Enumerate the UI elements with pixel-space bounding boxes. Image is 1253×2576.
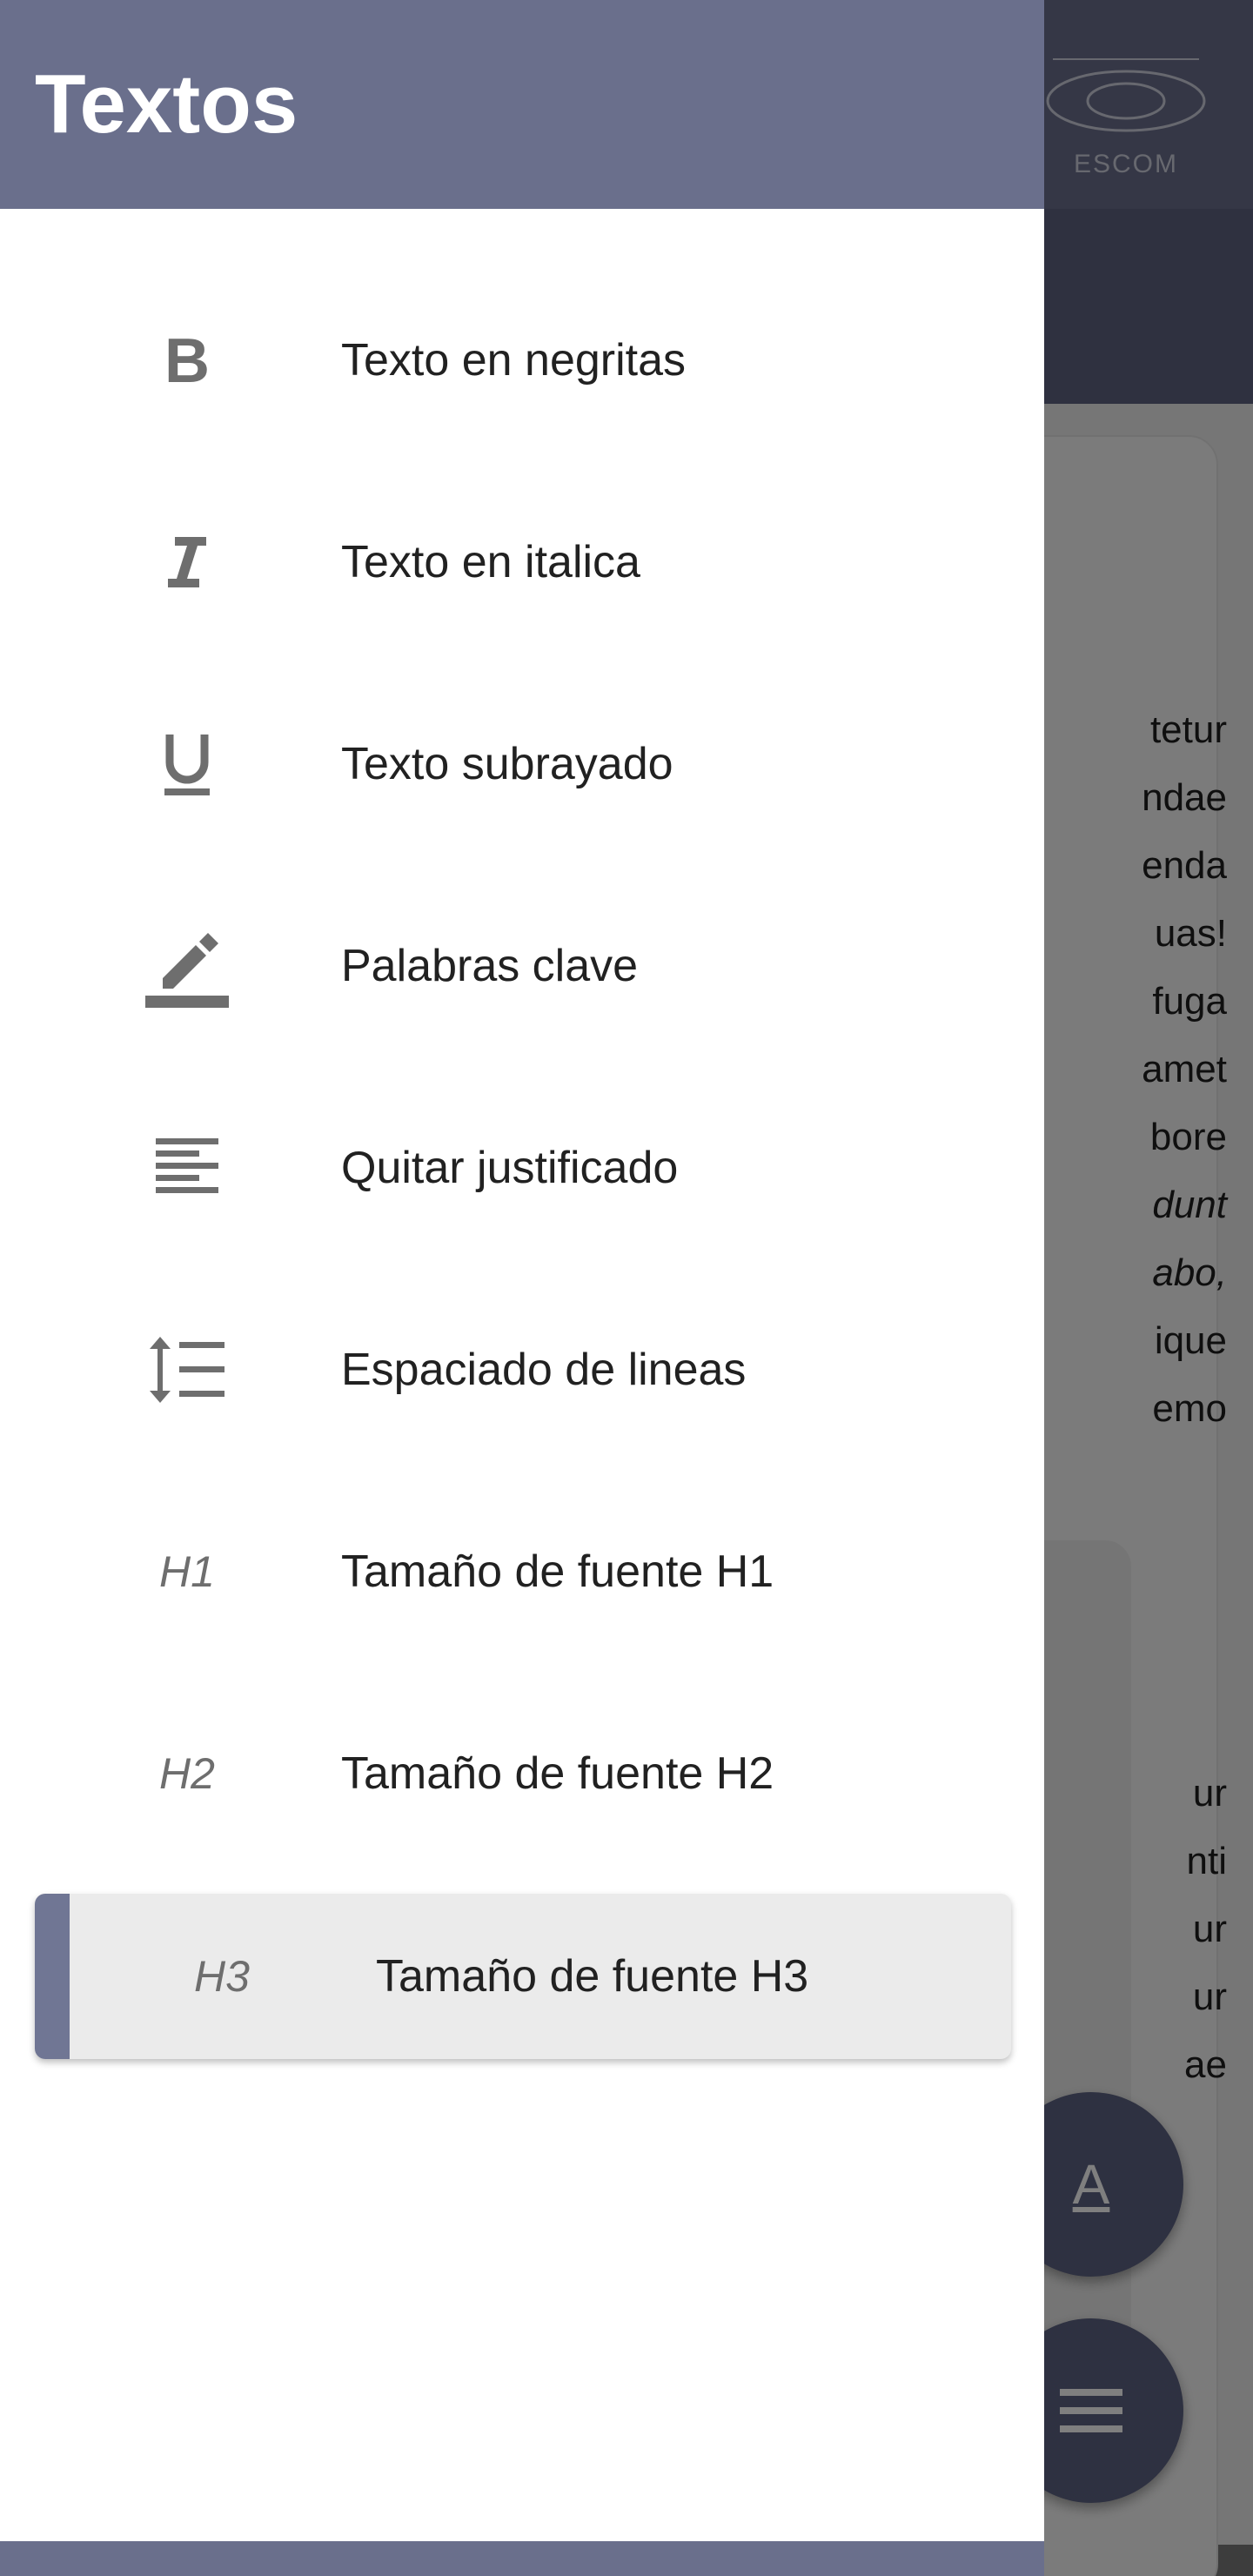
line-spacing-icon [139,1322,235,1418]
menu-item-bold[interactable]: B Texto en negritas [0,259,1044,461]
menu-item-underline[interactable]: Texto subrayado [0,663,1044,865]
active-indicator [35,1894,70,2059]
menu-item-italic[interactable]: Texto en italica [0,461,1044,663]
bold-icon: B [139,312,235,408]
menu-item-h2[interactable]: H2 Tamaño de fuente H2 [0,1673,1044,1875]
menu-item-label: Quitar justificado [341,1143,679,1193]
svg-text:B: B [164,330,210,391]
menu-item-align[interactable]: Quitar justificado [0,1067,1044,1269]
menu-item-label: Tamaño de fuente H1 [341,1546,774,1597]
h1-icon: H1 [159,1547,215,1596]
h2-icon: H2 [159,1749,215,1798]
italic-icon [139,514,235,610]
menu-item-label: Tamaño de fuente H2 [341,1748,774,1799]
menu-item-label: Palabras clave [341,941,639,991]
menu-item-keywords[interactable]: Palabras clave [0,865,1044,1067]
drawer-title: Textos [35,57,298,151]
align-left-icon [139,1120,235,1216]
navigation-drawer: Textos B Texto en negritas Texto en ital… [0,0,1044,2576]
h3-icon: H3 [194,1952,250,2001]
menu-item-label: Espaciado de lineas [341,1345,747,1395]
underline-icon [139,716,235,812]
menu-item-line-spacing[interactable]: Espaciado de lineas [0,1269,1044,1471]
menu-item-label: Texto en italica [341,537,640,587]
menu-item-label: Texto subrayado [341,739,673,789]
menu-item-label: Texto en negritas [341,335,687,386]
menu-item-h1[interactable]: H1 Tamaño de fuente H1 [0,1471,1044,1673]
drawer-footer [0,2541,1044,2576]
menu-item-h3[interactable]: H3 Tamaño de fuente H3 [35,1894,1011,2059]
drawer-header: Textos [0,0,1044,209]
edit-pencil-icon [139,918,235,1014]
menu-item-label: Tamaño de fuente H3 [376,1951,809,2002]
